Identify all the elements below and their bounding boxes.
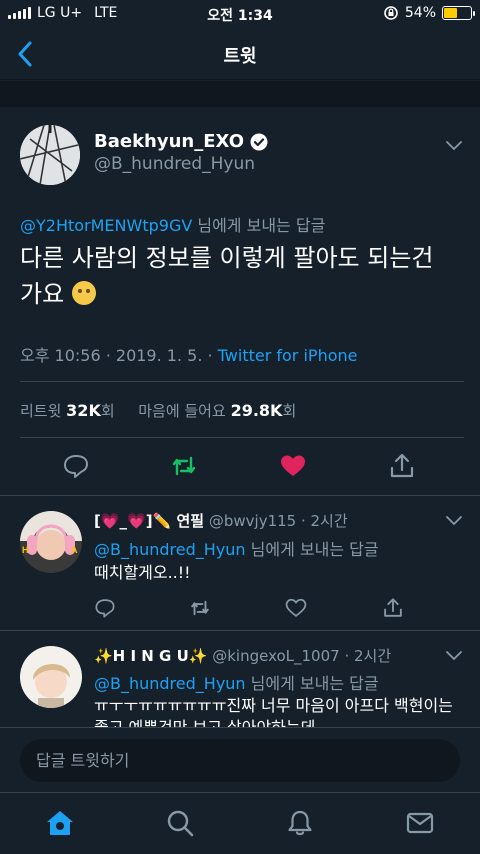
author-handle[interactable]: @B_hundred_Hyun <box>94 154 255 174</box>
avatar-image <box>20 646 82 708</box>
reply-suffix: 님에게 보내는 답글 <box>192 216 326 235</box>
thread-gap <box>0 81 480 107</box>
messages-mail-icon[interactable] <box>406 809 434 837</box>
likes-unit: 회 <box>282 402 297 420</box>
reply-header: ✨H I N G U✨ @kingexoL_1007 · 2시간 <box>94 645 391 666</box>
retweet-icon[interactable] <box>189 597 211 619</box>
compose-area: 답글 트윗하기 <box>0 727 480 792</box>
reply-icon[interactable] <box>62 452 90 480</box>
share-icon[interactable] <box>388 452 416 480</box>
reply-to-mention[interactable]: @B_hundred_Hyun <box>94 674 246 693</box>
notifications-bell-icon[interactable] <box>286 809 314 837</box>
reply-icon[interactable] <box>94 597 116 619</box>
likes-label: 마음에 들어요 <box>138 402 231 420</box>
retweet-icon[interactable] <box>170 452 198 480</box>
reply-to-suffix: 님에게 보내는 답글 <box>245 540 379 559</box>
tweet-meta: 오후 10:56 · 2019. 1. 5. · Twitter for iPh… <box>20 342 357 366</box>
reply-to-line: @B_hundred_Hyun 님에게 보내는 답글 <box>94 536 379 560</box>
battery-percent: 54% <box>404 5 436 21</box>
thinking-face-icon <box>71 281 96 305</box>
author-name-text: Baekhyun_EXO <box>94 131 245 152</box>
reply-to-mention[interactable]: @B_hundred_Hyun <box>94 540 246 559</box>
author-name[interactable]: Baekhyun_EXO <box>94 131 268 152</box>
likes-count[interactable]: 29.8K <box>231 401 283 420</box>
tweet-text: 다른 사람의 정보를 이렇게 팔아도 되는건 가요 <box>20 240 460 312</box>
reply-avatar[interactable]: H A <box>20 511 82 573</box>
retweets-count[interactable]: 32K <box>66 401 101 420</box>
verified-badge-icon <box>250 133 268 150</box>
retweets-label: 리트윗 <box>20 402 67 420</box>
like-heart-icon[interactable] <box>279 452 307 480</box>
retweets-unit: 회 <box>100 402 115 420</box>
reply-mention-link[interactable]: @Y2HtorMENWtp9GV <box>20 216 192 235</box>
reply-author-name[interactable]: ✨H I N G U✨ <box>94 647 207 665</box>
rotation-lock-icon <box>384 6 398 20</box>
like-heart-icon[interactable] <box>285 597 307 619</box>
chevron-down-icon[interactable] <box>446 141 462 151</box>
divider <box>20 381 464 382</box>
tab-bar <box>0 792 480 854</box>
author-avatar[interactable] <box>20 125 80 185</box>
engagement-counts: 리트윗 32K회 마음에 들어요 29.8K회 <box>20 400 296 421</box>
tweet-timestamp: 오후 10:56 · 2019. 1. 5. · <box>20 346 218 365</box>
search-icon[interactable] <box>166 809 194 837</box>
battery-fill <box>444 8 457 18</box>
tweet-actions <box>0 452 480 482</box>
avatar-image: H A <box>20 511 82 573</box>
nav-bar: 트윗 <box>0 28 480 80</box>
chevron-down-icon[interactable] <box>446 516 462 526</box>
reply-avatar[interactable] <box>20 646 82 708</box>
svg-text:A: A <box>71 545 78 555</box>
reply-actions <box>0 597 480 619</box>
reply-author-handle[interactable]: @bwvjy115 · 2시간 <box>209 512 348 530</box>
reply-header: [💗_💗]✏️ 연필 @bwvjy115 · 2시간 <box>94 510 348 531</box>
reply-author-name[interactable]: [💗_💗]✏️ 연필 <box>94 512 204 530</box>
reply-tweet[interactable]: H A [💗_💗]✏️ 연필 @bwvjy115 · 2시간 @B_hundre… <box>0 495 480 630</box>
page-title: 트윗 <box>223 46 257 67</box>
chevron-down-icon[interactable] <box>446 651 462 661</box>
home-icon[interactable] <box>46 809 74 837</box>
status-right: 54% <box>383 5 475 21</box>
tweet-client-link[interactable]: Twitter for iPhone <box>218 346 358 365</box>
reply-compose-input[interactable]: 답글 트윗하기 <box>20 739 460 782</box>
avatar-image <box>20 125 80 185</box>
reply-tweet[interactable]: ✨H I N G U✨ @kingexoL_1007 · 2시간 @B_hund… <box>0 630 480 727</box>
status-bar: LG U+ LTE 오전 1:34 54% <box>0 0 480 28</box>
reply-text: ㅠㅜㅜㅠㅠㅠㅠㅠㅠ진짜 너무 마음이 아프다 백현이는 좋고 예쁜것만 보고 살… <box>94 696 453 727</box>
share-icon[interactable] <box>382 597 404 619</box>
svg-text:H: H <box>22 545 29 555</box>
replying-to: @Y2HtorMENWtp9GV 님에게 보내는 답글 <box>20 212 325 236</box>
battery-icon <box>442 6 475 20</box>
reply-text: 때치할게오..!! <box>94 563 191 582</box>
reply-to-line: @B_hundred_Hyun 님에게 보내는 답글 <box>94 670 379 694</box>
reply-to-suffix: 님에게 보내는 답글 <box>245 674 379 693</box>
reply-author-handle[interactable]: @kingexoL_1007 · 2시간 <box>212 647 391 665</box>
divider <box>20 437 464 438</box>
